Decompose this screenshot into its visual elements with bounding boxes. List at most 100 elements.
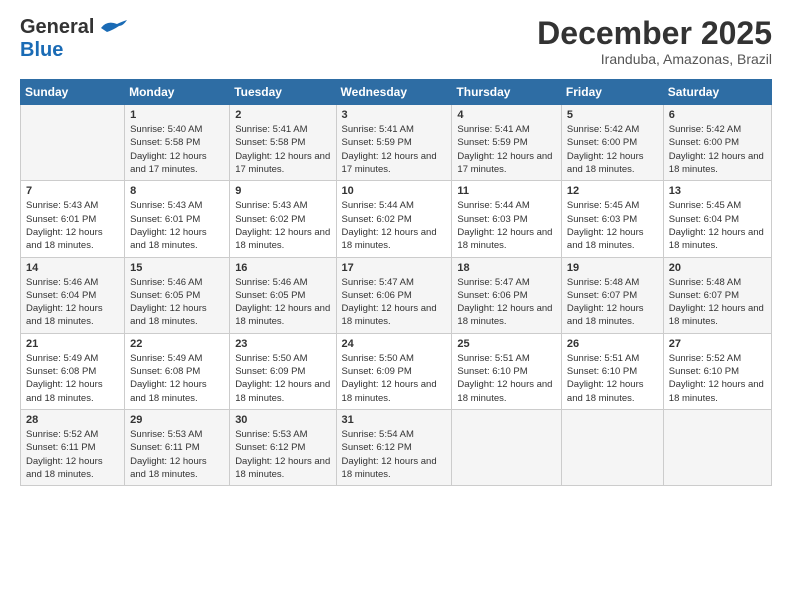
cell-week2-day1: 7 Sunrise: 5:43 AMSunset: 6:01 PMDaylight… xyxy=(21,181,125,257)
header-monday: Monday xyxy=(125,80,230,105)
day-info: Sunrise: 5:42 AMSunset: 6:00 PMDaylight:… xyxy=(567,123,658,176)
day-number: 17 xyxy=(342,262,447,274)
cell-week1-day2: 1Sunrise: 5:40 AMSunset: 5:58 PMDaylight… xyxy=(125,105,230,181)
day-number: 24 xyxy=(342,338,447,350)
cell-week3-day7: 20Sunrise: 5:48 AMSunset: 6:07 PMDayligh… xyxy=(663,257,771,333)
cell-week5-day1: 28 Sunrise: 5:52 AMSunset: 6:11 PMDayligh… xyxy=(21,409,125,485)
day-number: 21 xyxy=(26,338,119,350)
day-info: Sunrise: 5:44 AMSunset: 6:03 PMDaylight:… xyxy=(457,199,556,252)
day-number: 8 xyxy=(130,185,224,197)
day-number: 28 xyxy=(26,414,119,426)
header-tuesday: Tuesday xyxy=(230,80,336,105)
cell-week3-day2: 15 Sunrise: 5:46 AMSunset: 6:05 PMDayligh… xyxy=(125,257,230,333)
cell-week3-day4: 17 Sunrise: 5:47 AMSunset: 6:06 PMDayligh… xyxy=(336,257,452,333)
header-thursday: Thursday xyxy=(452,80,562,105)
cell-week2-day6: 12 Sunrise: 5:45 AMSunset: 6:03 PMDayligh… xyxy=(561,181,663,257)
week-row-2: 7 Sunrise: 5:43 AMSunset: 6:01 PMDaylight… xyxy=(21,181,772,257)
day-number: 10 xyxy=(342,185,447,197)
day-number: 29 xyxy=(130,414,224,426)
cell-week5-day5 xyxy=(452,409,562,485)
day-info: Sunrise: 5:52 AMSunset: 6:11 PMDaylight:… xyxy=(26,428,119,481)
calendar-table: Sunday Monday Tuesday Wednesday Thursday… xyxy=(20,79,772,486)
day-info: Sunrise: 5:47 AMSunset: 6:06 PMDaylight:… xyxy=(457,276,556,329)
day-info: Sunrise: 5:45 AMSunset: 6:03 PMDaylight:… xyxy=(567,199,658,252)
week-row-1: 1Sunrise: 5:40 AMSunset: 5:58 PMDaylight… xyxy=(21,105,772,181)
week-row-3: 14 Sunrise: 5:46 AMSunset: 6:04 PMDayligh… xyxy=(21,257,772,333)
cell-week1-day1 xyxy=(21,105,125,181)
cell-week4-day1: 21 Sunrise: 5:49 AMSunset: 6:08 PMDayligh… xyxy=(21,333,125,409)
day-number: 5 xyxy=(567,109,658,121)
day-number: 11 xyxy=(457,185,556,197)
location: Iranduba, Amazonas, Brazil xyxy=(537,51,772,67)
cell-week4-day7: 27Sunrise: 5:52 AMSunset: 6:10 PMDayligh… xyxy=(663,333,771,409)
day-info: Sunrise: 5:43 AMSunset: 6:01 PMDaylight:… xyxy=(26,199,119,252)
day-number: 30 xyxy=(235,414,330,426)
cell-week5-day7 xyxy=(663,409,771,485)
day-number: 19 xyxy=(567,262,658,274)
day-number: 14 xyxy=(26,262,119,274)
cell-week4-day6: 26Sunrise: 5:51 AMSunset: 6:10 PMDayligh… xyxy=(561,333,663,409)
month-title: December 2025 xyxy=(537,16,772,51)
day-number: 25 xyxy=(457,338,556,350)
cell-week1-day6: 5 Sunrise: 5:42 AMSunset: 6:00 PMDaylight… xyxy=(561,105,663,181)
day-info: Sunrise: 5:43 AMSunset: 6:01 PMDaylight:… xyxy=(130,199,224,252)
day-info: Sunrise: 5:51 AMSunset: 6:10 PMDaylight:… xyxy=(457,352,556,405)
day-number: 1 xyxy=(130,109,224,121)
cell-week5-day3: 30Sunrise: 5:53 AMSunset: 6:12 PMDayligh… xyxy=(230,409,336,485)
cell-week3-day5: 18 Sunrise: 5:47 AMSunset: 6:06 PMDayligh… xyxy=(452,257,562,333)
logo: General Blue xyxy=(20,16,129,62)
cell-week2-day3: 9 Sunrise: 5:43 AMSunset: 6:02 PMDaylight… xyxy=(230,181,336,257)
day-number: 15 xyxy=(130,262,224,274)
day-number: 23 xyxy=(235,338,330,350)
day-number: 18 xyxy=(457,262,556,274)
day-info: Sunrise: 5:51 AMSunset: 6:10 PMDaylight:… xyxy=(567,352,658,405)
day-info: Sunrise: 5:41 AMSunset: 5:59 PMDaylight:… xyxy=(342,123,447,176)
day-info: Sunrise: 5:53 AMSunset: 6:11 PMDaylight:… xyxy=(130,428,224,481)
calendar-header-row: Sunday Monday Tuesday Wednesday Thursday… xyxy=(21,80,772,105)
day-info: Sunrise: 5:44 AMSunset: 6:02 PMDaylight:… xyxy=(342,199,447,252)
day-number: 22 xyxy=(130,338,224,350)
cell-week4-day5: 25 Sunrise: 5:51 AMSunset: 6:10 PMDayligh… xyxy=(452,333,562,409)
day-number: 9 xyxy=(235,185,330,197)
cell-week5-day6 xyxy=(561,409,663,485)
header-wednesday: Wednesday xyxy=(336,80,452,105)
cell-week2-day7: 13 Sunrise: 5:45 AMSunset: 6:04 PMDayligh… xyxy=(663,181,771,257)
logo-blue: Blue xyxy=(20,39,63,61)
header-saturday: Saturday xyxy=(663,80,771,105)
day-info: Sunrise: 5:49 AMSunset: 6:08 PMDaylight:… xyxy=(26,352,119,405)
cell-week1-day7: 6Sunrise: 5:42 AMSunset: 6:00 PMDaylight… xyxy=(663,105,771,181)
header-sunday: Sunday xyxy=(21,80,125,105)
header-friday: Friday xyxy=(561,80,663,105)
day-info: Sunrise: 5:54 AMSunset: 6:12 PMDaylight:… xyxy=(342,428,447,481)
day-info: Sunrise: 5:49 AMSunset: 6:08 PMDaylight:… xyxy=(130,352,224,405)
day-number: 4 xyxy=(457,109,556,121)
cell-week1-day4: 3Sunrise: 5:41 AMSunset: 5:59 PMDaylight… xyxy=(336,105,452,181)
day-info: Sunrise: 5:47 AMSunset: 6:06 PMDaylight:… xyxy=(342,276,447,329)
day-number: 13 xyxy=(669,185,766,197)
day-number: 2 xyxy=(235,109,330,121)
day-info: Sunrise: 5:41 AMSunset: 5:59 PMDaylight:… xyxy=(457,123,556,176)
day-info: Sunrise: 5:41 AMSunset: 5:58 PMDaylight:… xyxy=(235,123,330,176)
cell-week5-day2: 29 Sunrise: 5:53 AMSunset: 6:11 PMDayligh… xyxy=(125,409,230,485)
cell-week3-day3: 16Sunrise: 5:46 AMSunset: 6:05 PMDayligh… xyxy=(230,257,336,333)
cell-week3-day1: 14 Sunrise: 5:46 AMSunset: 6:04 PMDayligh… xyxy=(21,257,125,333)
day-number: 31 xyxy=(342,414,447,426)
day-number: 27 xyxy=(669,338,766,350)
title-block: December 2025 Iranduba, Amazonas, Brazil xyxy=(537,16,772,67)
day-info: Sunrise: 5:45 AMSunset: 6:04 PMDaylight:… xyxy=(669,199,766,252)
day-info: Sunrise: 5:46 AMSunset: 6:04 PMDaylight:… xyxy=(26,276,119,329)
cell-week1-day5: 4 Sunrise: 5:41 AMSunset: 5:59 PMDaylight… xyxy=(452,105,562,181)
cell-week4-day3: 23 Sunrise: 5:50 AMSunset: 6:09 PMDayligh… xyxy=(230,333,336,409)
cell-week2-day2: 8 Sunrise: 5:43 AMSunset: 6:01 PMDaylight… xyxy=(125,181,230,257)
logo-general: General xyxy=(20,16,94,39)
day-info: Sunrise: 5:50 AMSunset: 6:09 PMDaylight:… xyxy=(235,352,330,405)
day-info: Sunrise: 5:50 AMSunset: 6:09 PMDaylight:… xyxy=(342,352,447,405)
day-number: 12 xyxy=(567,185,658,197)
logo-bird-icon xyxy=(99,18,129,38)
page-header: General Blue December 2025 Iranduba, Ama… xyxy=(20,16,772,67)
day-number: 7 xyxy=(26,185,119,197)
day-info: Sunrise: 5:43 AMSunset: 6:02 PMDaylight:… xyxy=(235,199,330,252)
day-info: Sunrise: 5:46 AMSunset: 6:05 PMDaylight:… xyxy=(130,276,224,329)
cell-week2-day4: 10 Sunrise: 5:44 AMSunset: 6:02 PMDayligh… xyxy=(336,181,452,257)
cell-week3-day6: 19Sunrise: 5:48 AMSunset: 6:07 PMDayligh… xyxy=(561,257,663,333)
